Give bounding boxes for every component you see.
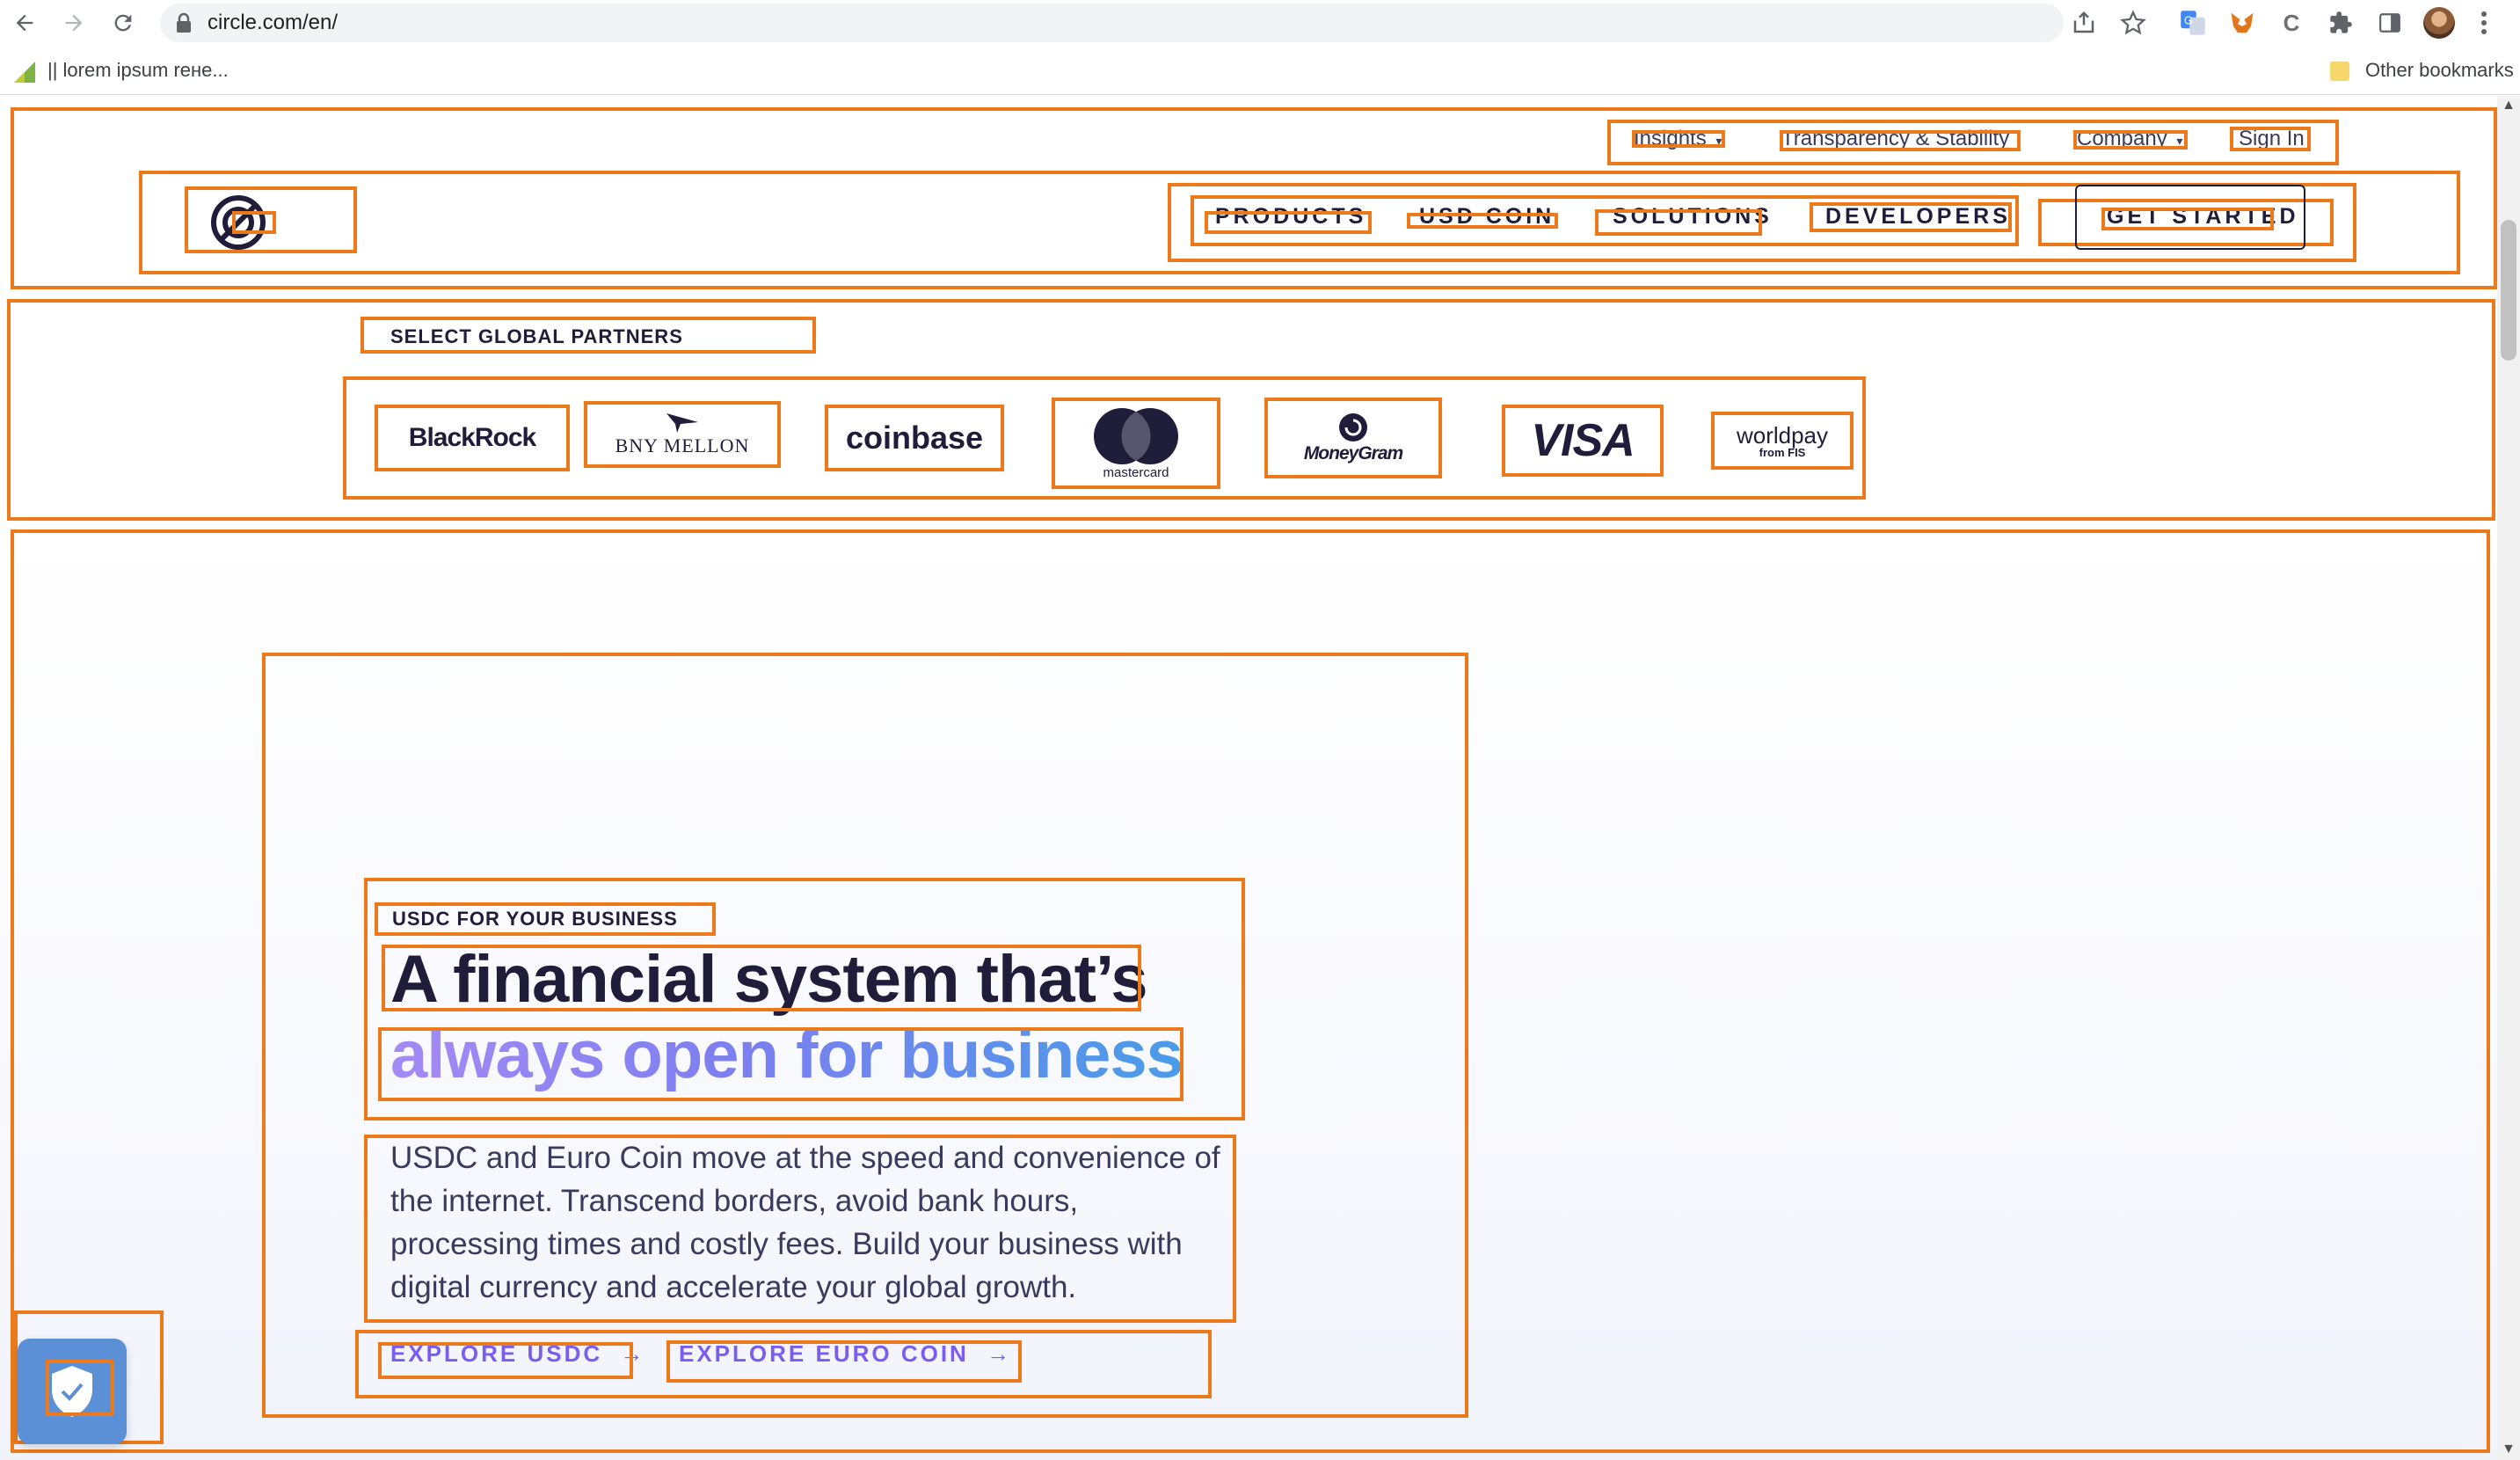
bookmarks-bar [0,46,2520,95]
nav-developers-highlight [1810,202,2012,232]
mastercard-wordmark: mastercard [1103,464,1169,480]
forward-button[interactable] [55,4,93,42]
partners-heading-highlight [361,317,816,354]
folder-icon [2330,62,2349,81]
kebab-menu-icon[interactable] [2471,5,2497,40]
insights-highlight [1632,130,1725,148]
bny-bird-icon [666,413,698,433]
scroll-up-arrow-icon[interactable]: ▲ [2502,99,2516,113]
scrollbar-thumb[interactable] [2501,220,2516,361]
moneygram-globe-icon [1339,413,1367,442]
logo-mark-highlight [232,211,276,234]
company-highlight [2073,130,2188,150]
nav-solutions-highlight [1595,209,1762,236]
worldpay-wordmark: worldpay [1736,421,1829,449]
coinbase-logo[interactable]: coinbase [825,405,1004,471]
metamask-icon[interactable] [2225,5,2260,40]
star-icon[interactable] [2116,5,2151,40]
mastercard-circles-icon [1094,407,1178,464]
worldpay-subtext: from FIS [1759,445,1806,459]
explore-euro-coin-highlight [666,1340,1022,1383]
translate-icon[interactable]: G [2175,5,2210,40]
url-text[interactable]: circle.com/en/ [208,7,338,39]
get-started-highlight [2101,208,2274,230]
svg-text:G: G [2184,14,2193,26]
bookmark-item[interactable]: || lorem ipsum rене... [47,46,229,95]
back-icon [16,14,33,32]
reload-icon [114,14,132,32]
hero-eyebrow-highlight [375,902,716,936]
hero-body-text: USDC and Euro Coin move at the speed and… [390,1141,1220,1304]
other-bookmarks[interactable]: Other bookmarks [2365,46,2514,95]
hero-headline-line2-highlight [378,1027,1184,1101]
moneygram-wordmark: MoneyGram [1303,443,1403,464]
mastercard-logo[interactable]: mastercard [1052,398,1220,489]
worldpay-logo[interactable]: worldpay from FIS [1711,412,1854,470]
extension-c-icon[interactable]: C [2274,5,2309,40]
transparency-highlight [1780,130,2021,151]
lock-icon[interactable] [176,12,192,33]
scroll-down-arrow-icon[interactable]: ▼ [2502,1442,2516,1456]
hero-headline-line1-highlight [382,945,1141,1011]
visa-wordmark: VISA [1531,415,1635,466]
bny-mellon-logo[interactable]: BNY MELLON [584,401,781,468]
explore-usdc-highlight [378,1342,633,1379]
forward-icon [65,14,83,32]
back-button[interactable] [5,4,44,42]
sign-in-highlight [2230,127,2311,151]
shield-icon-highlight [46,1360,114,1416]
nav-products-highlight [1205,211,1372,234]
bookmark-favicon-icon [14,62,35,83]
moneygram-logo[interactable]: MoneyGram [1264,398,1442,478]
bny-mellon-wordmark: BNY MELLON [615,434,750,456]
puzzle-icon[interactable] [2323,5,2358,40]
coinbase-wordmark: coinbase [845,420,984,456]
blackrock-logo[interactable]: BlackRock [375,405,570,471]
nav-usd-coin-highlight [1407,213,1558,229]
address-bar[interactable] [160,4,2064,42]
reload-button[interactable] [104,4,142,42]
sidepanel-icon[interactable] [2372,5,2407,40]
visa-logo[interactable]: VISA [1502,405,1664,477]
blackrock-wordmark: BlackRock [408,423,536,452]
profile-avatar[interactable] [2423,7,2455,39]
share-icon[interactable] [2066,5,2101,40]
